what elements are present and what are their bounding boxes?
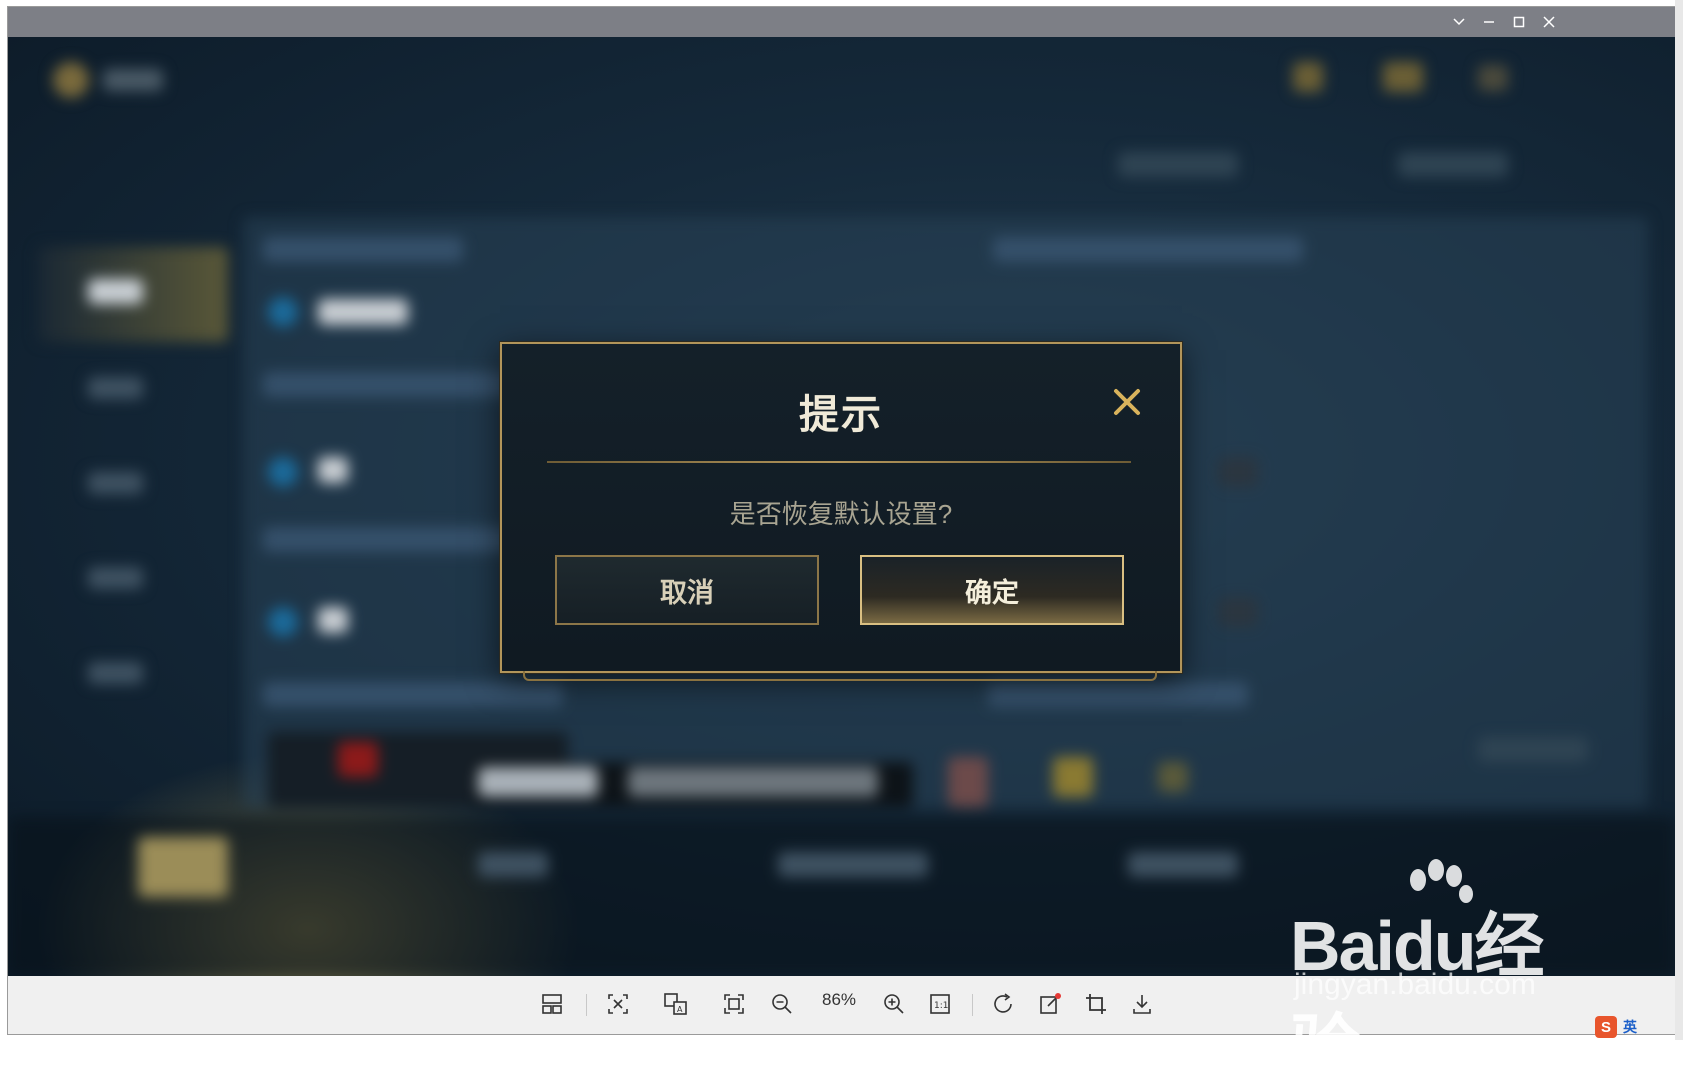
- fit-screen-icon[interactable]: [716, 986, 752, 1022]
- dialog-shadow-frame: [523, 671, 1157, 681]
- download-icon[interactable]: [1124, 986, 1160, 1022]
- zoom-in-icon[interactable]: [876, 986, 912, 1022]
- svg-text:1:1: 1:1: [934, 1001, 948, 1011]
- image-canvas: 提示 是否恢复默认设置? 取消 确定: [8, 37, 1675, 976]
- chevron-down-icon[interactable]: [1443, 7, 1475, 37]
- ime-mode-label: 英: [1623, 1019, 1637, 1035]
- toolbar-divider: [972, 994, 973, 1016]
- input-method-indicator[interactable]: S 英: [1595, 1015, 1637, 1039]
- close-icon[interactable]: [1107, 382, 1147, 422]
- zoom-level: 86%: [821, 990, 857, 1009]
- minimize-icon[interactable]: [1473, 7, 1505, 37]
- dialog-divider: [547, 461, 1131, 463]
- viewer-toolbar: A 86% 1:1: [8, 976, 1675, 1034]
- title-bar: [8, 7, 1675, 37]
- dialog-title: 提示: [799, 393, 883, 437]
- svg-text:A: A: [677, 1005, 683, 1014]
- actual-size-icon[interactable]: 1:1: [922, 986, 958, 1022]
- edit-icon[interactable]: [1032, 986, 1068, 1022]
- image-viewer-window: 提示 是否恢复默认设置? 取消 确定 A 86% 1:1: [8, 7, 1675, 1034]
- crop-icon[interactable]: [1078, 986, 1114, 1022]
- screenshot-icon[interactable]: [600, 986, 636, 1022]
- layout-icon[interactable]: [534, 986, 570, 1022]
- dialog-message: 是否恢复默认设置?: [729, 499, 953, 529]
- close-window-icon[interactable]: [1533, 7, 1565, 37]
- toolbar-divider: [586, 994, 587, 1016]
- desktop-edge: [1675, 0, 1683, 1040]
- maximize-icon[interactable]: [1503, 7, 1535, 37]
- rotate-icon[interactable]: [986, 986, 1022, 1022]
- prompt-dialog: 提示 是否恢复默认设置? 取消 确定: [500, 342, 1182, 673]
- sogou-logo-icon: S: [1595, 1016, 1617, 1038]
- confirm-button[interactable]: 确定: [860, 555, 1124, 625]
- cancel-button[interactable]: 取消: [555, 555, 819, 625]
- zoom-out-icon[interactable]: [764, 986, 800, 1022]
- translate-icon[interactable]: A: [658, 986, 694, 1022]
